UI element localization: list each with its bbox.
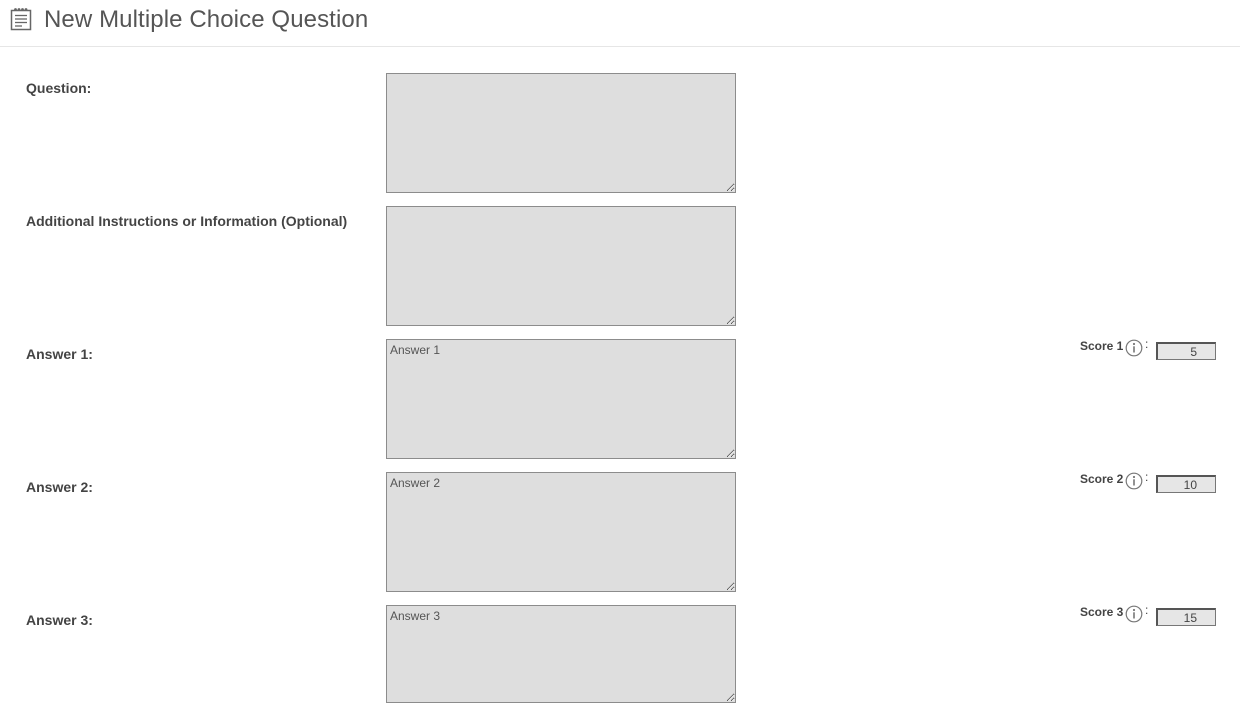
score-1-label: Score 1 — [1080, 339, 1124, 353]
answer-1-label: Answer 1: — [26, 346, 93, 362]
score-2-input[interactable] — [1156, 475, 1216, 493]
page-header: New Multiple Choice Question — [0, 0, 1240, 47]
score-separator: : — [1145, 337, 1149, 351]
notepad-icon — [10, 8, 32, 31]
question-textarea[interactable] — [386, 73, 736, 193]
answer-1-textarea[interactable] — [386, 339, 736, 459]
answer-3-label: Answer 3: — [26, 612, 93, 628]
score-1-input[interactable] — [1156, 342, 1216, 360]
instructions-textarea[interactable] — [386, 206, 736, 326]
info-icon[interactable] — [1125, 339, 1143, 357]
info-icon[interactable] — [1125, 605, 1143, 623]
answer-2-label: Answer 2: — [26, 479, 93, 495]
page-title: New Multiple Choice Question — [44, 6, 369, 33]
score-3-label: Score 3 — [1080, 605, 1124, 619]
score-2-label: Score 2 — [1080, 472, 1124, 486]
info-icon[interactable] — [1125, 472, 1143, 490]
score-separator: : — [1145, 603, 1149, 617]
score-3-input[interactable] — [1156, 608, 1216, 626]
instructions-label: Additional Instructions or Information (… — [26, 213, 348, 229]
question-label: Question: — [26, 80, 92, 96]
answer-2-textarea[interactable] — [386, 472, 736, 592]
answer-3-textarea[interactable] — [386, 605, 736, 703]
score-separator: : — [1145, 470, 1149, 484]
